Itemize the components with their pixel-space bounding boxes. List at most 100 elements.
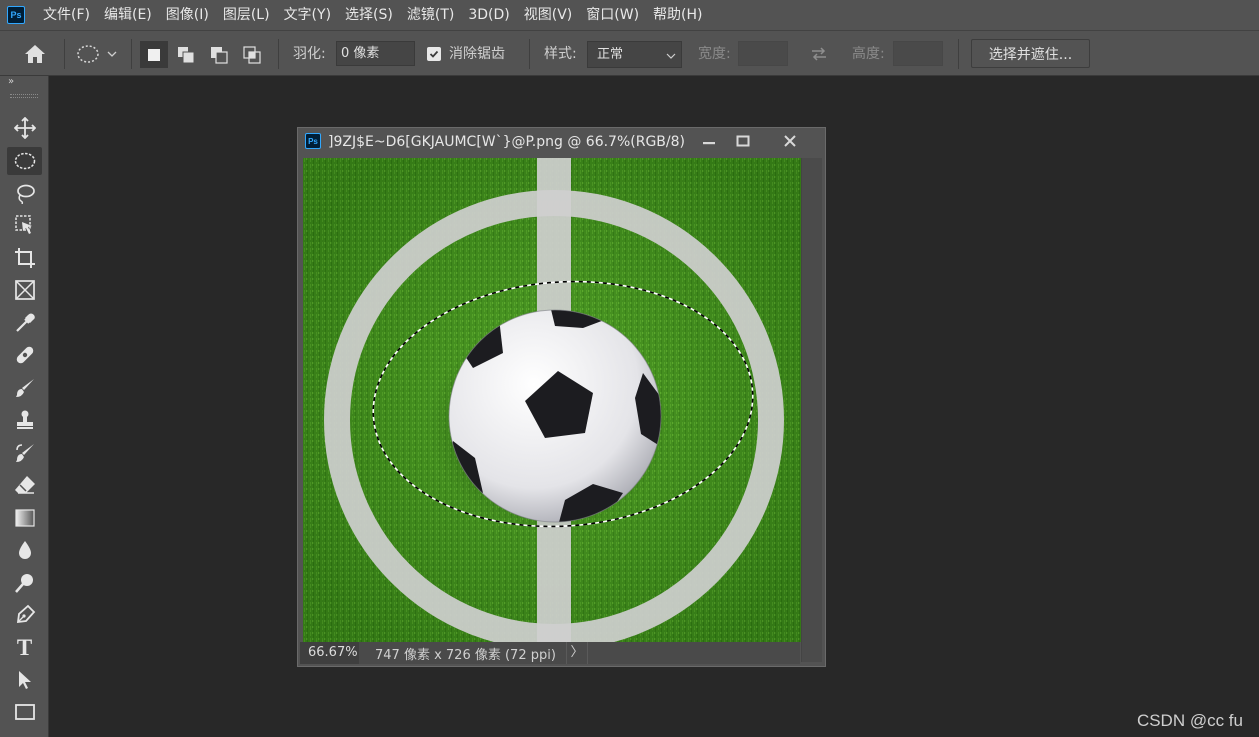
object-select-icon	[14, 215, 32, 234]
minimize-button[interactable]	[692, 128, 726, 154]
intersect-selection-button[interactable]	[238, 41, 266, 68]
tools-panel: » T	[0, 76, 49, 737]
watermark: CSDN @cc fu	[1136, 711, 1243, 730]
style-select-value: 正常	[597, 47, 624, 62]
home-button[interactable]	[20, 42, 50, 66]
arrow-icon	[18, 671, 31, 689]
crop-icon	[14, 248, 35, 268]
tool-preset-picker[interactable]	[72, 42, 122, 66]
pen-tool[interactable]	[7, 601, 42, 629]
width-input[interactable]	[738, 41, 788, 66]
feather-input[interactable]: 0 像素	[336, 41, 415, 66]
menu-view[interactable]: 视图(V)	[517, 0, 580, 30]
vertical-scrollbar[interactable]	[801, 158, 822, 662]
menu-image[interactable]: 图像(I)	[159, 0, 216, 30]
clone-stamp-tool[interactable]	[7, 406, 42, 434]
menu-layer[interactable]: 图层(L)	[216, 0, 277, 30]
frame-icon	[14, 280, 35, 300]
document-title: ]9ZJ$E~D6[GKJAUMC[W`}@P.png @ 66.7%(RGB/…	[328, 134, 685, 150]
add-to-selection-button[interactable]	[172, 41, 200, 68]
maximize-button[interactable]	[726, 128, 760, 154]
document-dimensions[interactable]: 747 像素 x 726 像素 (72 ppi)	[359, 644, 556, 663]
options-bar: 羽化: 0 像素 消除锯齿 样式: 正常 宽度: 高度: 选择并遮住...	[0, 30, 1259, 76]
pen-icon	[16, 604, 35, 624]
brush-tool[interactable]	[7, 374, 42, 402]
feather-label: 羽化:	[293, 46, 326, 62]
history-brush-tool[interactable]	[7, 439, 42, 467]
new-selection-icon	[148, 48, 160, 61]
home-icon	[25, 45, 45, 63]
maximize-icon	[736, 135, 750, 147]
select-and-mask-button[interactable]: 选择并遮住...	[971, 39, 1090, 68]
document-titlebar[interactable]: Ps ]9ZJ$E~D6[GKJAUMC[W`}@P.png @ 66.7%(R…	[298, 128, 825, 156]
menu-file[interactable]: 文件(F)	[36, 0, 97, 30]
style-label: 样式:	[544, 46, 577, 62]
elliptical-marquee-tool[interactable]	[7, 147, 42, 175]
swap-dimensions-button[interactable]	[806, 44, 832, 64]
stamp-icon	[16, 410, 33, 429]
menu-filter[interactable]: 滤镜(T)	[400, 0, 461, 30]
close-button[interactable]	[760, 128, 820, 154]
ellipse-marquee-icon	[77, 45, 99, 63]
style-select[interactable]: 正常	[587, 41, 682, 68]
menu-type[interactable]: 文字(Y)	[277, 0, 338, 30]
history-brush-icon	[15, 444, 34, 462]
type-tool[interactable]: T	[7, 634, 42, 662]
healing-brush-tool[interactable]	[7, 341, 42, 369]
panel-grip[interactable]	[10, 94, 38, 98]
menu-bar: Ps 文件(F) 编辑(E) 图像(I) 图层(L) 文字(Y) 选择(S) 滤…	[0, 0, 1259, 30]
blur-tool[interactable]	[7, 536, 42, 564]
dodge-tool[interactable]	[7, 569, 42, 597]
eraser-icon	[14, 476, 35, 494]
photoshop-logo[interactable]: Ps	[7, 6, 25, 24]
collapse-panel-icon[interactable]: »	[8, 76, 14, 87]
menu-select[interactable]: 选择(S)	[338, 0, 400, 30]
zoom-level-field[interactable]: 66.67%	[300, 642, 359, 664]
chevron-down-icon	[107, 51, 117, 57]
menu-edit[interactable]: 编辑(E)	[97, 0, 159, 30]
object-selection-tool[interactable]	[7, 211, 42, 239]
path-selection-tool[interactable]	[7, 666, 42, 694]
dodge-icon	[14, 574, 33, 593]
menu-help[interactable]: 帮助(H)	[646, 0, 709, 30]
subtract-selection-icon	[211, 46, 228, 64]
rectangle-icon	[14, 704, 35, 720]
checkmark-icon	[429, 50, 439, 58]
frame-tool[interactable]	[7, 276, 42, 304]
new-selection-button[interactable]	[140, 41, 168, 68]
eyedropper-tool[interactable]	[7, 309, 42, 337]
brush-icon	[15, 379, 34, 397]
menu-3d[interactable]: 3D(D)	[461, 0, 516, 30]
height-input[interactable]	[893, 41, 943, 66]
soccer-field-image	[303, 158, 801, 642]
type-icon: T	[16, 635, 33, 660]
antialias-checkbox[interactable]	[427, 47, 441, 61]
minimize-icon	[703, 142, 715, 145]
eyedropper-icon	[15, 313, 35, 332]
document-window[interactable]: Ps ]9ZJ$E~D6[GKJAUMC[W`}@P.png @ 66.7%(R…	[297, 127, 826, 667]
ellipse-marquee-icon	[14, 152, 35, 170]
swap-arrows-icon	[812, 47, 826, 61]
document-canvas[interactable]	[303, 158, 801, 642]
lasso-tool[interactable]	[7, 179, 42, 207]
menu-window[interactable]: 窗口(W)	[579, 0, 646, 30]
crop-tool[interactable]	[7, 244, 42, 272]
status-menu-arrow-icon[interactable]: 〉	[566, 642, 588, 664]
document-statusbar: 66.67% 747 像素 x 726 像素 (72 ppi) 〉	[300, 642, 800, 664]
lasso-icon	[16, 184, 35, 204]
eraser-tool[interactable]	[7, 471, 42, 499]
rectangle-tool[interactable]	[7, 698, 42, 726]
gradient-icon	[14, 509, 35, 527]
move-tool[interactable]	[7, 114, 42, 142]
move-icon	[13, 117, 36, 139]
subtract-from-selection-button[interactable]	[205, 41, 233, 68]
bandage-icon	[16, 346, 33, 364]
height-label: 高度:	[852, 46, 885, 62]
drop-icon	[18, 541, 31, 559]
chevron-down-icon	[666, 53, 676, 59]
gradient-tool[interactable]	[7, 504, 42, 532]
width-label: 宽度:	[698, 46, 731, 62]
document-ps-icon: Ps	[305, 133, 321, 149]
close-icon	[784, 135, 796, 147]
add-selection-icon	[178, 46, 195, 63]
